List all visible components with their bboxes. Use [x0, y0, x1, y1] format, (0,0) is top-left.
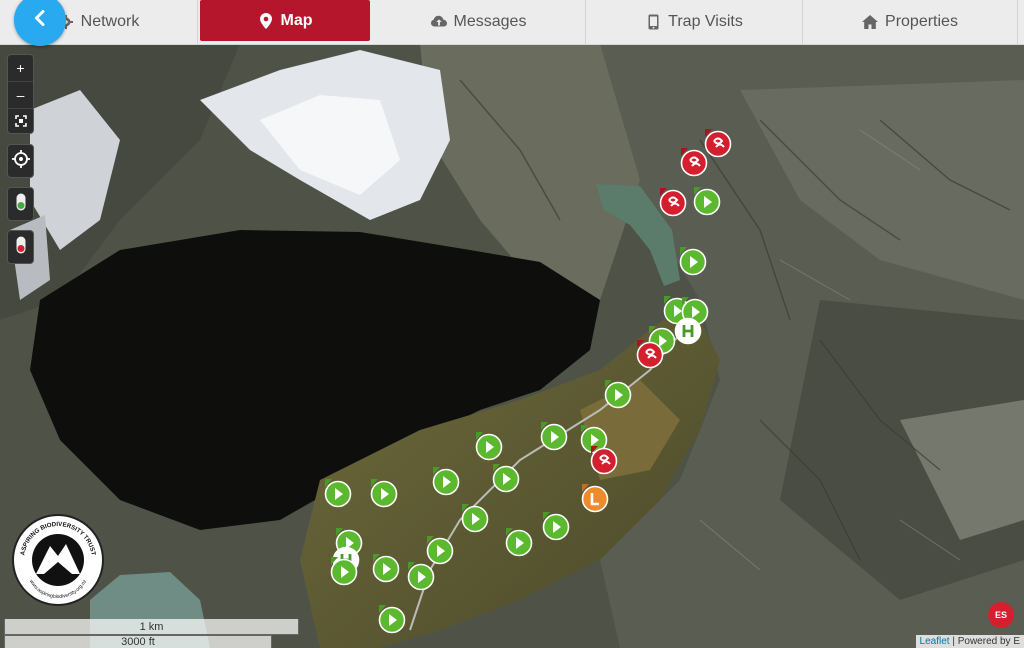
green-toggle-button[interactable] [7, 187, 34, 221]
trap-marker-active[interactable] [539, 422, 569, 452]
trap-marker-active[interactable] [369, 479, 399, 509]
tab-trap-visits[interactable]: Trap Visits [586, 0, 803, 44]
trap-marker-alert[interactable] [635, 340, 665, 370]
leaflet-link[interactable]: Leaflet [920, 636, 950, 647]
trap-marker-active[interactable] [491, 464, 521, 494]
trust-logo-graphic: ASPIRING BIODIVERSITY TRUST www.aspiring… [19, 521, 96, 600]
trap-marker-alert[interactable] [679, 148, 709, 178]
trap-marker-active[interactable] [692, 187, 722, 217]
zoom-in-button[interactable]: + [8, 55, 33, 82]
red-toggle-button[interactable] [7, 230, 34, 264]
fullscreen-button[interactable] [8, 109, 33, 135]
trap-marker-active[interactable] [371, 554, 401, 584]
trap-marker-alert[interactable] [589, 446, 619, 476]
locate-button[interactable] [7, 144, 34, 178]
tab-messages[interactable]: Messages [372, 0, 586, 44]
tab-messages-label: Messages [453, 13, 527, 30]
tab-map-label: Map [280, 11, 313, 29]
zoom-out-button[interactable]: – [8, 82, 33, 109]
home-icon [862, 14, 879, 30]
trap-marker-active[interactable] [504, 528, 534, 558]
trap-marker-active[interactable] [377, 605, 407, 635]
tab-properties-label: Properties [885, 13, 958, 30]
crosshair-icon [11, 149, 30, 173]
tab-properties[interactable]: Properties [803, 0, 1018, 44]
cloud-upload-icon [430, 14, 447, 30]
trust-logo: ASPIRING BIODIVERSITY TRUST www.aspiring… [12, 514, 104, 606]
chevron-left-icon [33, 9, 47, 31]
toggle-on-icon [16, 193, 26, 216]
trap-marker-active[interactable] [406, 562, 436, 592]
hut-marker[interactable] [673, 316, 703, 346]
trap-marker-orange[interactable] [580, 484, 610, 514]
trap-marker-active[interactable] [431, 467, 461, 497]
trap-marker-active[interactable] [329, 557, 359, 587]
attribution-text: | Powered by E [949, 636, 1020, 647]
trap-marker-active[interactable] [678, 247, 708, 277]
fullscreen-icon [14, 114, 27, 130]
top-navigation: Network Map Messages Trap Visits Propert… [0, 0, 1024, 45]
tab-network-label: Network [80, 13, 140, 30]
trap-marker-active[interactable] [474, 432, 504, 462]
phone-icon [645, 14, 661, 30]
trap-marker-active[interactable] [460, 504, 490, 534]
map-pin-icon [258, 12, 274, 29]
esri-badge[interactable]: ES [988, 602, 1014, 628]
toggle-off-icon [16, 236, 26, 259]
tab-trap-visits-label: Trap Visits [668, 13, 743, 30]
trap-marker-alert[interactable] [658, 188, 688, 218]
scale-metric: 1 km [4, 619, 299, 635]
map-attribution: Leaflet | Powered by E [915, 635, 1024, 648]
satellite-map[interactable]: + – ASPIRING BIODIVERSITY TRUST www.aspi… [0, 44, 1024, 648]
scale-imperial: 3000 ft [4, 635, 272, 648]
trap-marker-active[interactable] [603, 380, 633, 410]
zoom-controls: + – [7, 54, 34, 134]
tab-map[interactable]: Map [200, 0, 370, 41]
trap-marker-active[interactable] [541, 512, 571, 542]
trap-marker-active[interactable] [323, 479, 353, 509]
